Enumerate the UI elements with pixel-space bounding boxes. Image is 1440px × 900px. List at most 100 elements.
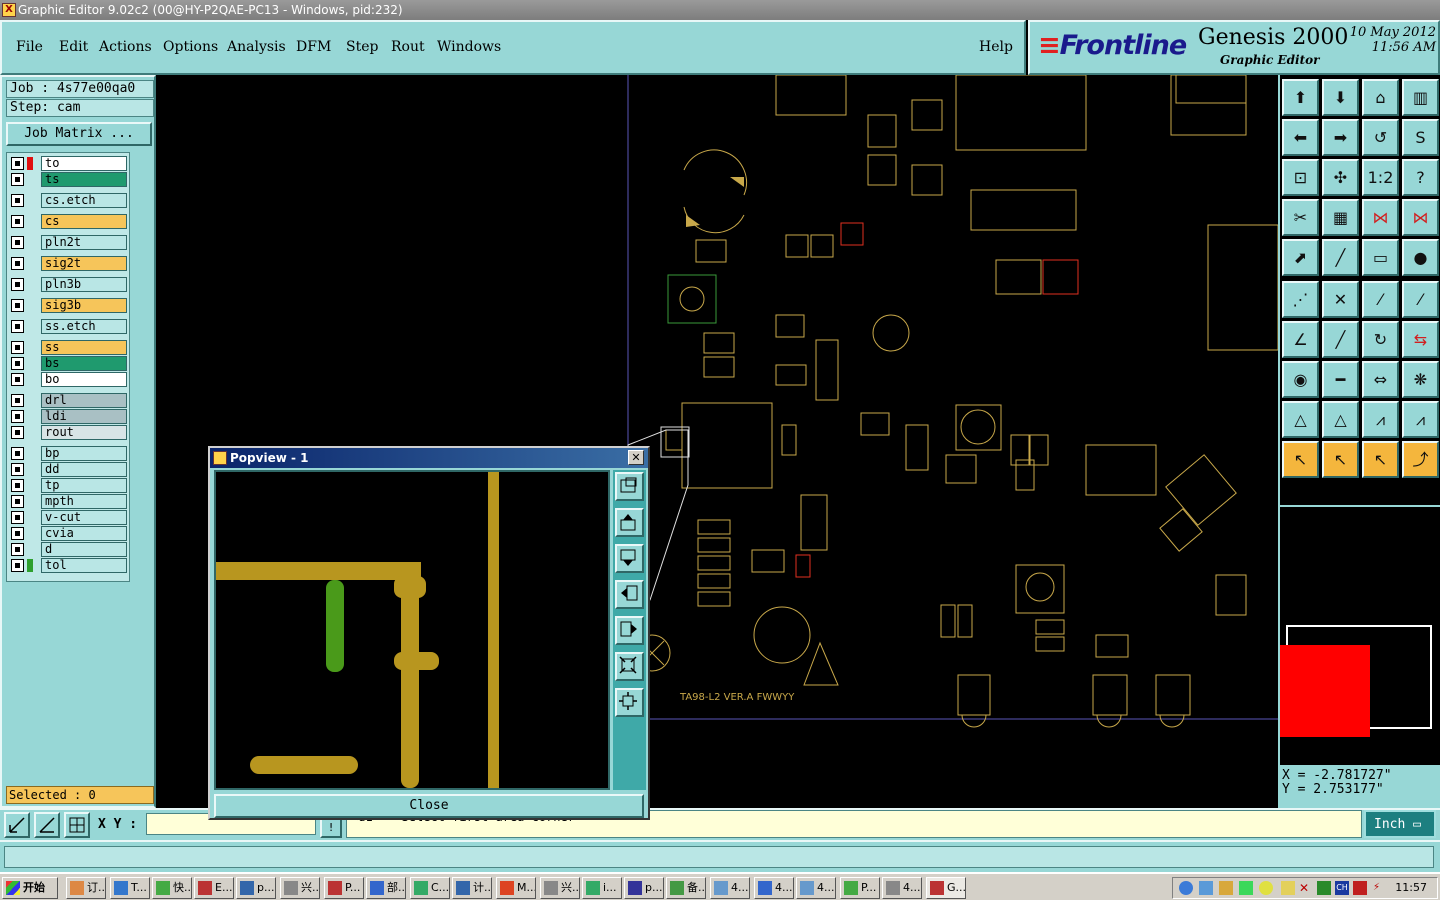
layer-checkbox[interactable] [11,157,24,170]
layer-name[interactable]: drl [41,393,127,408]
layer-name[interactable]: cs.etch [41,193,127,208]
popview-zoom-in-button[interactable] [615,652,644,681]
layer-row[interactable]: rout [9,425,127,440]
layer-row[interactable]: dd [9,462,127,477]
security-icon[interactable] [1353,881,1367,895]
layer-row[interactable]: d [9,542,127,557]
select-pad-tool[interactable]: ◉ [1282,361,1319,398]
pad-tool[interactable]: ● [1402,239,1439,276]
layer-checkbox[interactable] [11,357,24,370]
layer-name[interactable]: cs [41,214,127,229]
layer-checkbox[interactable] [11,479,24,492]
route-tool[interactable]: ╱ [1322,239,1359,276]
arc-add-tool[interactable]: ⁄ [1402,281,1439,318]
info-button[interactable]: ! [320,818,342,838]
layer-row[interactable]: cs.etch [9,193,127,208]
layer-checkbox[interactable] [11,463,24,476]
triangle-tool[interactable]: △ [1282,401,1319,438]
taskbar-button[interactable]: G... [926,877,966,899]
layer-row[interactable]: tol [9,558,127,573]
pointer-tool[interactable]: ↖ [1282,441,1319,478]
zoom-fit-tool[interactable]: ⊡ [1282,159,1319,196]
connect-tool[interactable]: ⋰ [1282,281,1319,318]
layer-name[interactable]: tp [41,478,127,493]
pan-down-tool[interactable]: ⬇ [1322,79,1359,116]
net-tool[interactable]: ❋ [1402,361,1439,398]
popview-pan-down-button[interactable] [615,544,644,573]
redraw-tool[interactable]: S [1402,119,1439,156]
taskbar-button[interactable]: 兴.. [540,877,580,899]
split-line-tool[interactable]: ━ [1322,361,1359,398]
pan-right-tool[interactable]: ➡ [1322,119,1359,156]
layer-name[interactable]: v-cut [41,510,127,525]
layer-checkbox[interactable] [11,194,24,207]
snap-red-tool-2[interactable]: ⋈ [1402,199,1439,236]
angle-mode-button[interactable] [34,812,60,838]
rotate-tool[interactable]: ↻ [1362,321,1399,358]
overview-viewport[interactable] [1280,645,1370,737]
zoom-center-tool[interactable]: ✣ [1322,159,1359,196]
menu-dfm[interactable]: DFM [296,39,331,55]
layer-row[interactable]: mpth [9,494,127,509]
layer-row[interactable]: bp [9,446,127,461]
snap-red-tool[interactable]: ⋈ [1362,199,1399,236]
grid-tool[interactable]: ▦ [1322,199,1359,236]
layer-name[interactable]: bs [41,356,127,371]
diagonal-tool[interactable]: ╱ [1322,321,1359,358]
taskbar-button[interactable]: T... [110,877,150,899]
taskbar-button[interactable]: i... [582,877,622,899]
layer-row[interactable]: pln3b [9,277,127,292]
layer-name[interactable]: ldi [41,409,127,424]
help-tool[interactable]: ? [1402,159,1439,196]
layer-name[interactable]: pln3b [41,277,127,292]
taskbar-button[interactable]: M... [496,877,536,899]
timer-icon[interactable] [1259,881,1273,895]
start-button[interactable]: 开始 [2,877,58,899]
layer-name[interactable]: tol [41,558,127,573]
job-matrix-button[interactable]: Job Matrix ... [6,122,152,146]
layer-checkbox[interactable] [11,543,24,556]
volume-icon[interactable]: ⚡ [1373,881,1387,895]
ruler-tool[interactable]: ▭ [1362,239,1399,276]
layer-row[interactable]: tp [9,478,127,493]
pan-left-tool[interactable]: ⬅ [1282,119,1319,156]
layer-row[interactable]: ldi [9,409,127,424]
layer-row[interactable]: cs [9,214,127,229]
tool-icon[interactable] [1317,881,1331,895]
grid-snap-button[interactable] [64,812,90,838]
layer-name[interactable]: sig2t [41,256,127,271]
pointer-select-tool[interactable]: ↖ [1322,441,1359,478]
layer-row[interactable]: sig3b [9,298,127,313]
taskbar-button[interactable]: P... [324,877,364,899]
layer-checkbox[interactable] [11,527,24,540]
taskbar-button[interactable]: 4... [710,877,750,899]
layer-row[interactable]: drl [9,393,127,408]
layer-checkbox[interactable] [11,394,24,407]
close-icon[interactable]: ✕ [628,450,644,465]
taskbar-button[interactable]: E... [194,877,234,899]
taskbar-button[interactable]: p... [624,877,664,899]
layer-name[interactable]: bo [41,372,127,387]
menu-actions[interactable]: Actions [99,39,152,55]
clock-icon[interactable] [1219,881,1233,895]
taskbar-button[interactable]: 快.. [152,877,192,899]
layer-row[interactable]: bo [9,372,127,387]
language-icon[interactable]: CH [1335,881,1349,895]
popview-pan-right-button[interactable] [615,616,644,645]
layer-checkbox[interactable] [11,299,24,312]
taskbar-button[interactable]: 兴.. [280,877,320,899]
popview-pan-left-button[interactable] [615,580,644,609]
menu-file[interactable]: File [16,39,43,55]
layer-checkbox[interactable] [11,495,24,508]
flip-tool[interactable]: ⇆ [1402,321,1439,358]
route-edit-tool[interactable]: ⤴ [1402,441,1439,478]
layer-row[interactable]: v-cut [9,510,127,525]
layer-name[interactable]: dd [41,462,127,477]
layer-row[interactable]: bs [9,356,127,371]
layer-name[interactable]: mpth [41,494,127,509]
menu-analysis[interactable]: Analysis [227,39,286,55]
triangle-line-tool[interactable]: △ [1322,401,1359,438]
snap-mode-button[interactable] [4,812,30,838]
home-view-tool[interactable]: ⌂ [1362,79,1399,116]
layer-checkbox[interactable] [11,373,24,386]
